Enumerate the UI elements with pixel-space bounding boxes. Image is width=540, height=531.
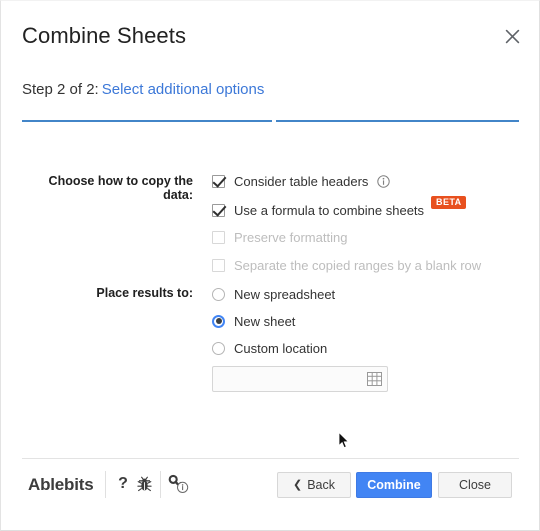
footer-divider-1 xyxy=(105,471,106,498)
info-icon[interactable] xyxy=(377,174,391,188)
option-label: Consider table headers xyxy=(234,173,369,189)
progress-segment-1 xyxy=(22,120,272,122)
option-label: Use a formula to combine sheets xyxy=(234,202,425,218)
page-title: Combine Sheets xyxy=(22,23,187,48)
close-button-label: Close xyxy=(459,478,491,492)
dialog-header: Combine Sheets xyxy=(1,1,539,63)
step-progress-bar xyxy=(22,119,519,122)
checkbox-preserve-formatting xyxy=(212,230,225,244)
close-icon[interactable] xyxy=(500,24,524,48)
ablebits-logo: Ablebits xyxy=(28,475,94,494)
option-new-sheet[interactable]: New sheet xyxy=(212,312,295,330)
combine-sheets-dialog: Combine Sheets Step 2 of 2: Select additi… xyxy=(0,0,540,531)
dialog-footer: Ablebits ? ❮ Back Combine Close xyxy=(1,459,539,531)
step-indicator: Step 2 of 2: Select additional options xyxy=(22,81,264,98)
option-label: New spreadsheet xyxy=(234,286,336,302)
combine-button[interactable]: Combine xyxy=(356,472,432,498)
step-counter-label: Step 2 of 2: xyxy=(22,81,99,98)
help-glyph: ? xyxy=(118,475,128,492)
option-use-formula[interactable]: Use a formula to combine sheets BETA xyxy=(212,195,467,219)
progress-segment-2 xyxy=(276,120,519,122)
combine-button-label: Combine xyxy=(367,478,421,492)
back-button[interactable]: ❮ Back xyxy=(277,472,351,498)
radio-new-spreadsheet[interactable] xyxy=(212,287,225,301)
close-button[interactable]: Close xyxy=(438,472,512,498)
custom-location-field[interactable] xyxy=(212,366,388,392)
license-info-icon[interactable] xyxy=(167,473,191,495)
checkbox-separate-ranges xyxy=(212,258,225,272)
place-results-label: Place results to: xyxy=(96,286,193,300)
option-label: Custom location xyxy=(234,340,328,356)
radio-custom-location[interactable] xyxy=(212,341,225,355)
option-new-spreadsheet[interactable]: New spreadsheet xyxy=(212,285,335,303)
grid-table-icon[interactable] xyxy=(360,367,387,391)
checkbox-consider-table-headers[interactable] xyxy=(212,174,225,188)
option-separate-ranges: Separate the copied ranges by a blank ro… xyxy=(212,256,481,274)
footer-divider-2 xyxy=(160,471,161,498)
checkbox-use-formula[interactable] xyxy=(212,203,225,217)
step-title-link[interactable]: Select additional options xyxy=(102,81,265,98)
back-button-label: Back xyxy=(307,478,335,492)
custom-location-input[interactable] xyxy=(219,367,360,391)
chevron-left-icon: ❮ xyxy=(292,478,303,491)
beta-badge: BETA xyxy=(431,195,467,209)
help-icon[interactable]: ? xyxy=(115,474,131,494)
option-label: Separate the copied ranges by a blank ro… xyxy=(234,257,482,273)
option-preserve-formatting: Preserve formatting xyxy=(212,228,347,246)
copy-options-label: Choose how to copy the data: xyxy=(48,174,193,202)
option-consider-table-headers[interactable]: Consider table headers xyxy=(212,172,391,190)
option-label: Preserve formatting xyxy=(234,229,348,245)
mouse-pointer xyxy=(338,431,350,450)
option-custom-location[interactable]: Custom location xyxy=(212,339,327,357)
radio-new-sheet[interactable] xyxy=(212,314,225,328)
option-label: New sheet xyxy=(234,313,296,329)
bug-icon[interactable] xyxy=(134,474,154,494)
